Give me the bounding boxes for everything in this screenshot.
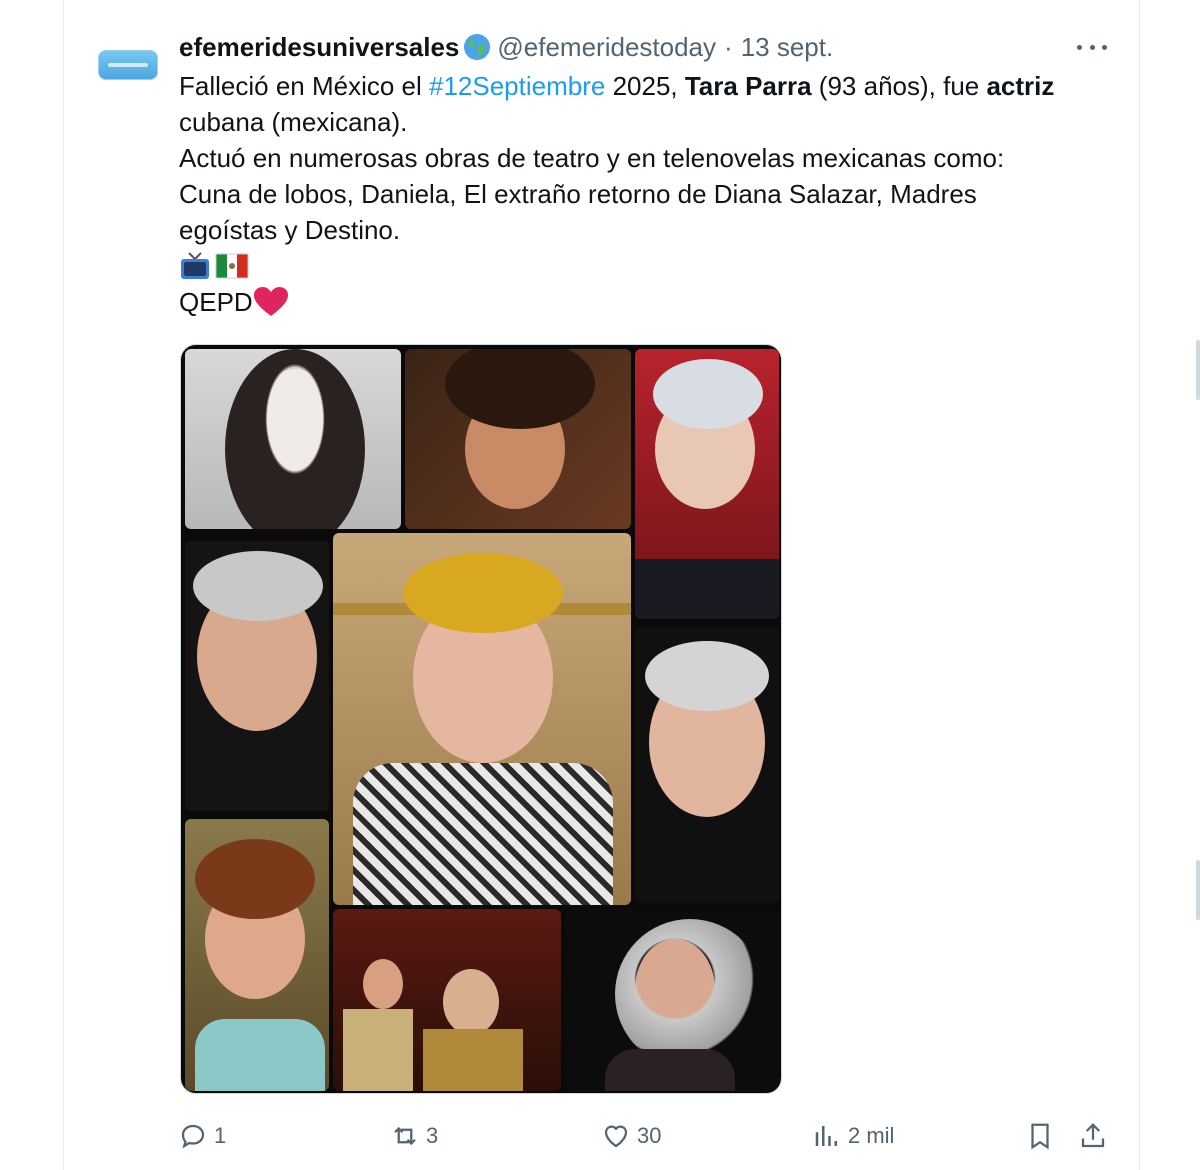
reply-count: 1 <box>214 1123 227 1148</box>
bookmark-button[interactable] <box>1025 1116 1055 1156</box>
display-name[interactable]: efemeridesuniversales <box>179 32 459 63</box>
retweet-button[interactable]: 3 <box>390 1116 438 1156</box>
share-icon <box>1081 1123 1105 1148</box>
bookmark-icon <box>1031 1123 1049 1150</box>
tweet-line-4: Cuna de lobos, Daniela, El extraño retor… <box>179 179 977 209</box>
like-button[interactable]: 30 <box>601 1116 661 1156</box>
text-segment: Falleció en México el <box>179 71 429 101</box>
collage-photo-3[interactable] <box>635 349 779 619</box>
qepd-text: QEPD <box>179 287 253 317</box>
globe-icon <box>464 34 491 60</box>
text-segment: (93 años), fue <box>811 71 987 101</box>
collage-photo-1[interactable] <box>185 349 401 529</box>
collage-photo-9[interactable] <box>565 909 779 1091</box>
media-collage[interactable] <box>180 344 782 1094</box>
retweet-count: 3 <box>426 1123 439 1148</box>
timeline-right-border <box>1139 0 1140 1170</box>
like-count: 30 <box>637 1123 662 1148</box>
heart-outline-icon <box>604 1125 628 1148</box>
avatar[interactable] <box>98 50 158 80</box>
tweet-date[interactable]: 13 sept. <box>741 32 834 63</box>
collage-photo-8[interactable] <box>333 909 561 1091</box>
tv-icon <box>181 252 209 279</box>
collage-photo-5[interactable] <box>333 533 631 905</box>
views-icon <box>815 1126 837 1146</box>
collage-photo-6[interactable] <box>635 627 779 903</box>
scroll-edge-mark <box>1196 340 1200 400</box>
scroll-edge-mark <box>1196 860 1200 920</box>
collage-photo-7[interactable] <box>185 819 329 1091</box>
user-handle[interactable]: @efemeridestoday <box>497 32 716 63</box>
emoji-line <box>179 248 1129 284</box>
share-button[interactable] <box>1078 1116 1108 1156</box>
tweet-line-3: Actuó en numerosas obras de teatro y en … <box>179 143 1005 173</box>
views-count: 2 mil <box>848 1123 895 1148</box>
more-options-button[interactable] <box>1077 35 1107 59</box>
text-segment: 2025, <box>605 71 685 101</box>
qepd-line: QEPD <box>179 284 1129 320</box>
timeline-left-border <box>63 0 64 1170</box>
reply-icon <box>181 1124 205 1149</box>
collage-photo-2[interactable] <box>405 349 631 529</box>
separator: · <box>724 31 733 62</box>
bold-name: Tara Parra <box>684 71 812 101</box>
tweet-text: Falleció en México el #12Septiembre 2025… <box>179 68 1129 320</box>
hashtag-link[interactable]: #12Septiembre <box>429 71 605 101</box>
mexico-flag-icon <box>215 253 249 279</box>
retweet-icon <box>394 1126 416 1146</box>
tweet-line-5: egoístas y Destino. <box>179 215 401 245</box>
tweet-line-2: cubana (mexicana). <box>179 107 408 137</box>
tweet-line-1: Falleció en México el #12Septiembre 2025… <box>179 68 1129 104</box>
collage-photo-4[interactable] <box>185 541 329 811</box>
action-bar: 1 3 30 2 mil <box>0 1116 1200 1156</box>
reply-button[interactable]: 1 <box>178 1116 226 1156</box>
red-heart-icon <box>253 287 288 316</box>
bold-role: actriz <box>986 71 1055 101</box>
views-button[interactable]: 2 mil <box>812 1116 894 1156</box>
tweet-header: efemeridesuniversales @efemeridestoday ·… <box>179 30 833 64</box>
